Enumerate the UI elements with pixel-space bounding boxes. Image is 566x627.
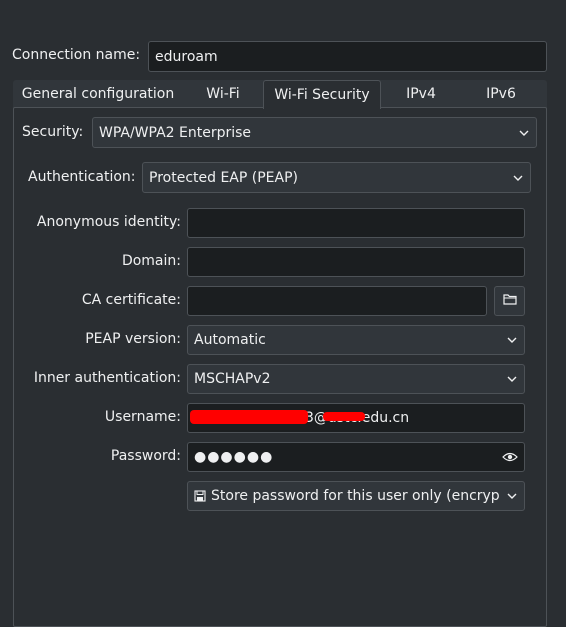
chevron-down-icon — [506, 373, 518, 385]
redaction-mark — [323, 412, 365, 421]
tab-label: Wi-Fi — [206, 86, 240, 102]
tab-ipv6[interactable]: IPv6 — [461, 80, 541, 108]
peap-version-label: PEAP version: — [85, 331, 181, 347]
chevron-down-icon — [506, 490, 518, 502]
browse-certificate-button[interactable] — [494, 286, 525, 316]
password-storage-select[interactable]: Store password for this user only (encry… — [187, 481, 525, 511]
folder-icon — [502, 293, 517, 309]
security-select[interactable]: WPA/WPA2 Enterprise — [92, 117, 537, 148]
ca-certificate-input[interactable] — [187, 286, 487, 316]
authentication-value: Protected EAP (PEAP) — [149, 169, 298, 186]
password-label: Password: — [110, 448, 181, 464]
connection-name-value: eduroam — [155, 48, 218, 65]
ca-certificate-label: CA certificate: — [81, 292, 181, 308]
floppy-disk-icon — [194, 490, 206, 502]
authentication-select[interactable]: Protected EAP (PEAP) — [142, 162, 531, 193]
chevron-down-icon — [506, 334, 518, 346]
inner-authentication-value: MSCHAPv2 — [194, 371, 271, 387]
password-value: ●●●●●● — [194, 449, 274, 465]
inner-authentication-label: Inner authentication: — [33, 370, 181, 386]
tab-general-configuration[interactable]: General configuration — [13, 80, 183, 108]
tab-label: Wi-Fi Security — [274, 87, 370, 103]
connection-name-input[interactable]: eduroam — [148, 41, 547, 72]
password-input[interactable]: ●●●●●● — [187, 442, 525, 472]
peap-version-value: Automatic — [194, 332, 266, 348]
security-value: WPA/WPA2 Enterprise — [99, 124, 252, 141]
peap-version-select[interactable]: Automatic — [187, 325, 525, 355]
tab-label: IPv4 — [406, 86, 436, 102]
redaction-mark — [190, 410, 308, 424]
eye-icon[interactable] — [501, 448, 519, 466]
connection-name-label: Connection name: — [12, 47, 141, 63]
chevron-down-icon — [518, 127, 530, 139]
authentication-label: Authentication: — [28, 169, 136, 185]
inner-authentication-select[interactable]: MSCHAPv2 — [187, 364, 525, 394]
domain-input[interactable] — [187, 247, 525, 277]
chevron-down-icon — [512, 172, 524, 184]
security-label: Security: — [22, 124, 84, 140]
tab-label: IPv6 — [486, 86, 516, 102]
tab-wifi-security[interactable]: Wi-Fi Security — [263, 80, 381, 109]
tab-label: General configuration — [21, 86, 175, 102]
anonymous-identity-input[interactable] — [187, 208, 525, 238]
domain-label: Domain: — [121, 253, 181, 269]
username-label: Username: — [104, 409, 181, 425]
tab-wifi[interactable]: Wi-Fi — [183, 80, 263, 108]
password-storage-value: Store password for this user only (encry… — [211, 488, 500, 504]
tab-ipv4[interactable]: IPv4 — [381, 80, 461, 108]
anonymous-identity-label: Anonymous identity: — [36, 214, 181, 230]
